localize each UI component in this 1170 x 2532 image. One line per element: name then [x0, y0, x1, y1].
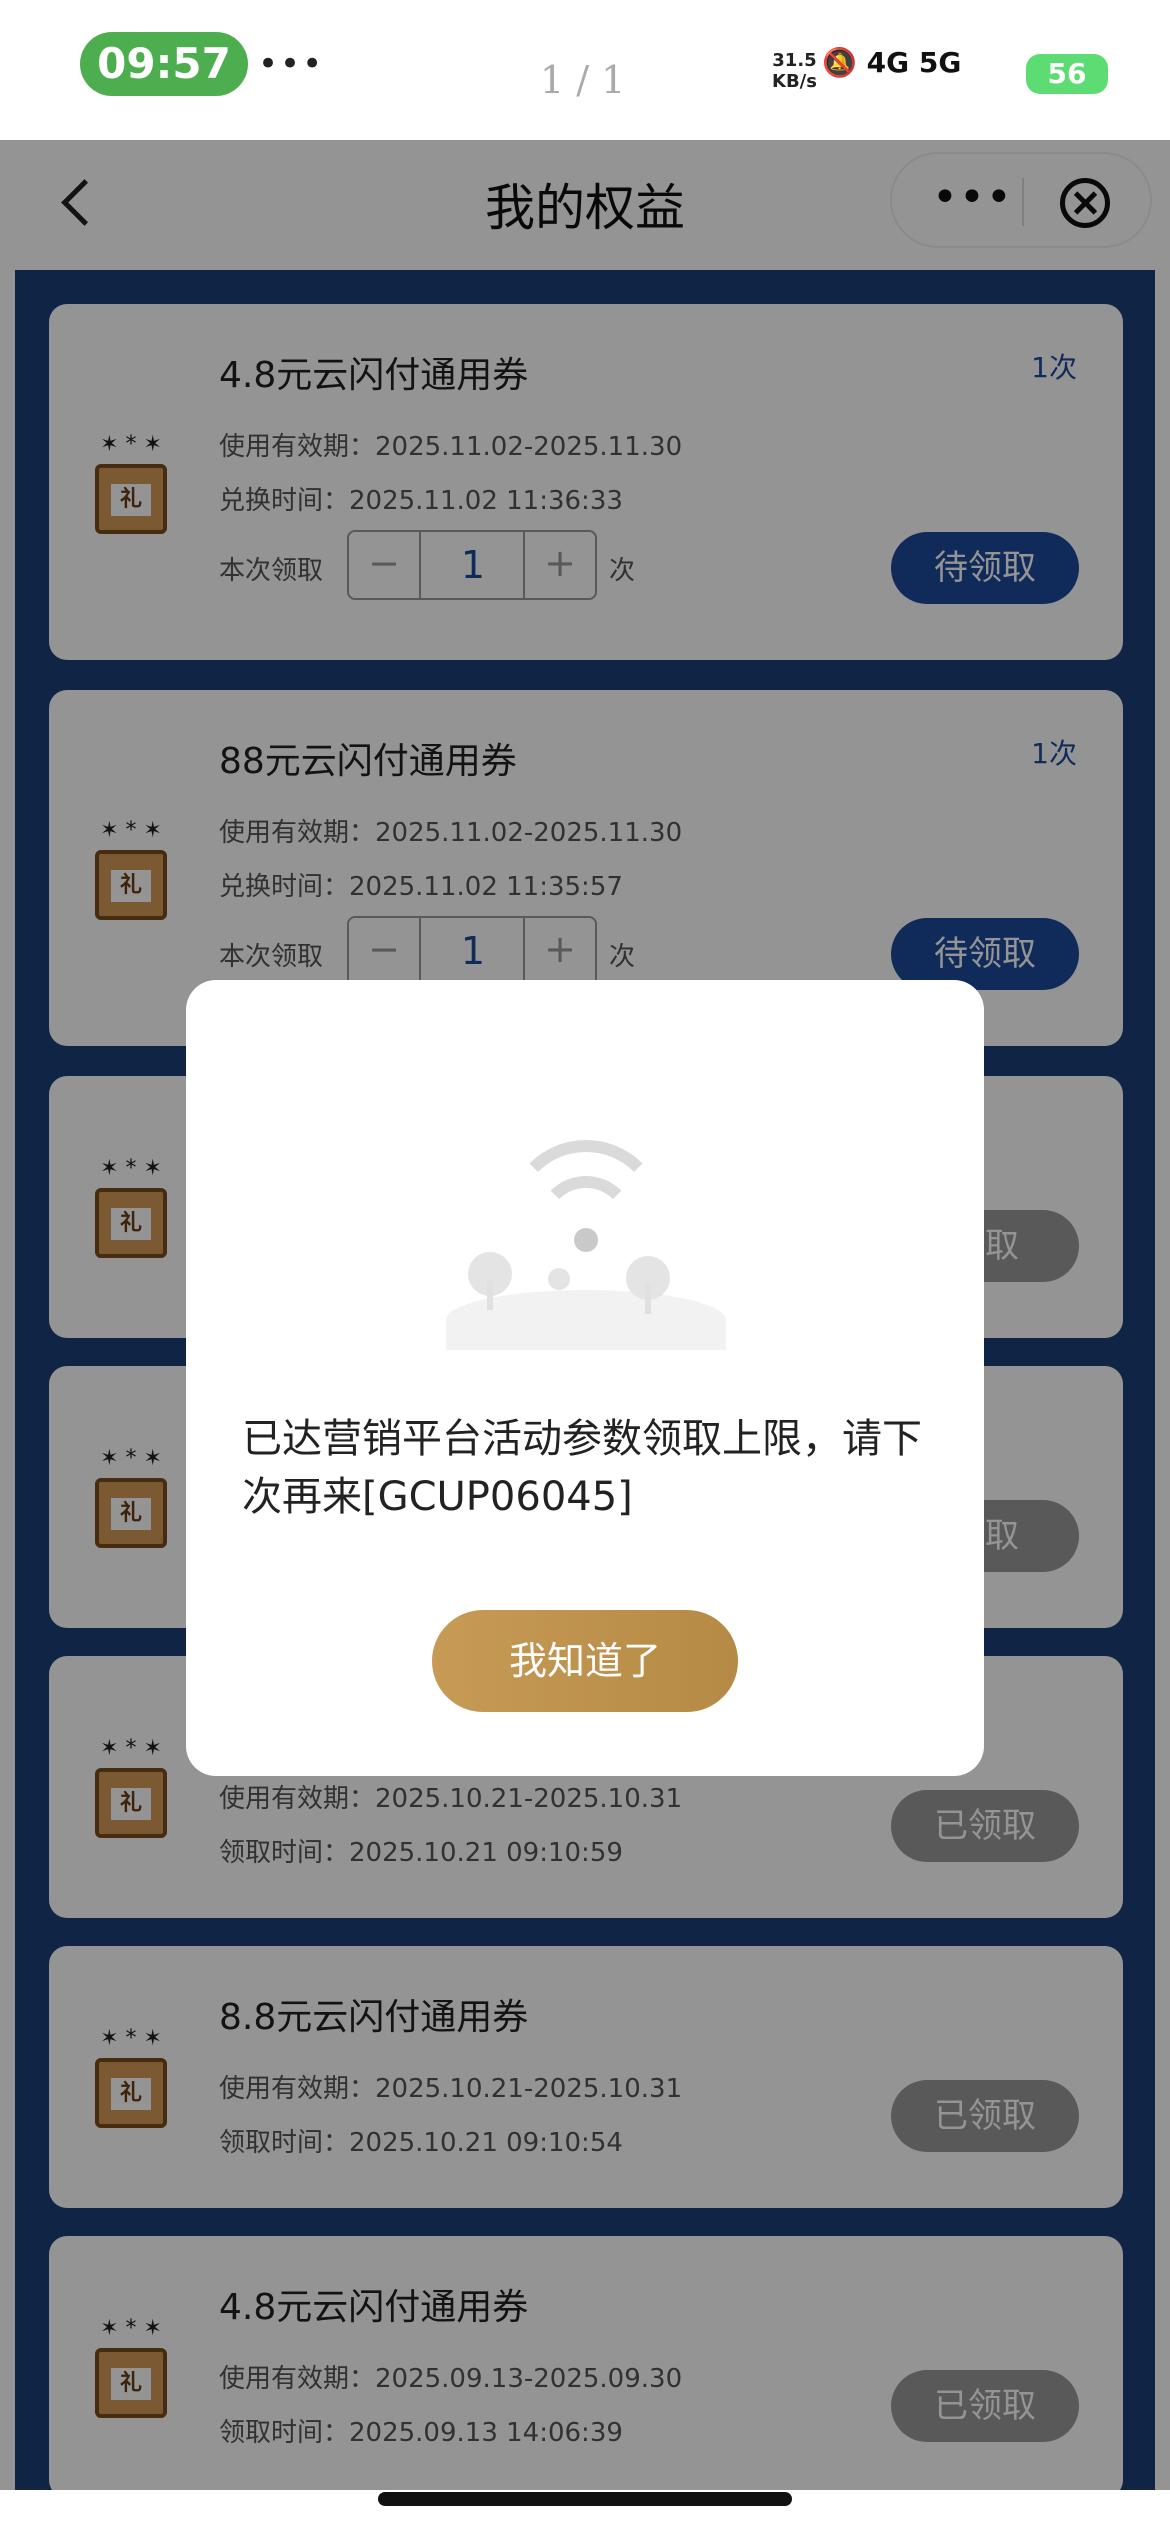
- mute-icon: 🔕: [822, 46, 857, 79]
- no-network-illustration: [426, 1140, 746, 1350]
- status-more-icon: •••: [258, 44, 325, 84]
- status-time: 09:57: [80, 32, 248, 96]
- signal-icons: 🔕 4G 5G: [822, 46, 961, 79]
- signal-label: 4G 5G: [866, 46, 962, 79]
- wifi-icon: [574, 1228, 598, 1252]
- status-bar: 09:57 ••• 1 / 1 31.5 KB/s 🔕 4G 5G 56: [0, 0, 1170, 140]
- net-speed-value: 31.5: [772, 50, 817, 71]
- got-it-button[interactable]: 我知道了: [432, 1610, 738, 1712]
- home-indicator[interactable]: [378, 2492, 792, 2506]
- page-indicator: 1 / 1: [540, 58, 626, 102]
- battery-icon: 56: [1026, 54, 1108, 94]
- net-speed-unit: KB/s: [772, 71, 817, 92]
- alert-dialog: 已达营销平台活动参数领取上限，请下次再来[GCUP06045] 我知道了: [186, 980, 984, 1776]
- dialog-message: 已达营销平台活动参数领取上限，请下次再来[GCUP06045]: [242, 1416, 922, 1520]
- net-speed: 31.5 KB/s: [772, 50, 817, 92]
